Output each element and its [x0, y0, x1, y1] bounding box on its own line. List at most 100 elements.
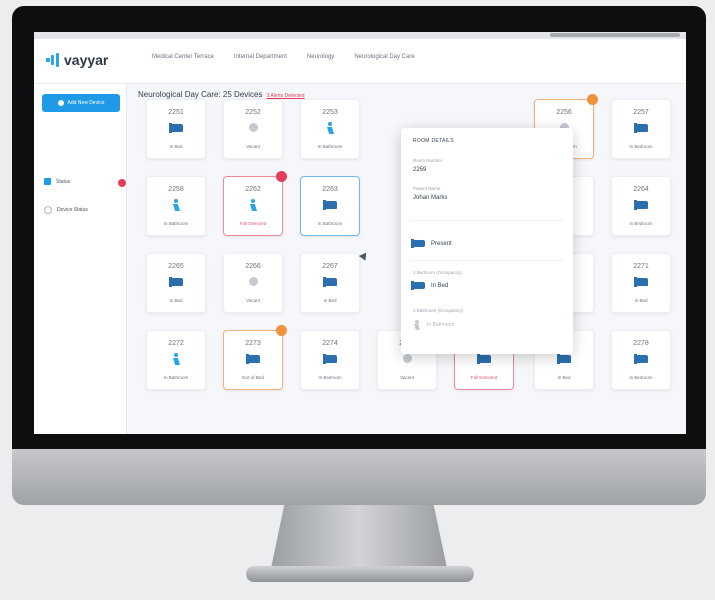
room-number-label: Room Number	[413, 158, 443, 163]
os-menu-bar	[34, 32, 686, 39]
sidebar-item-label: Device Status	[57, 207, 88, 213]
sidebar-item-status[interactable]: Status	[44, 178, 70, 185]
bed-icon	[323, 277, 337, 287]
bed-icon	[169, 277, 183, 287]
popup-title: ROOM DETAILS	[413, 138, 455, 144]
room-status: In Bedroom	[629, 144, 653, 149]
room-status: In Bathroom	[317, 221, 343, 226]
room-tile[interactable]: 2274 In Bedroom	[300, 330, 360, 390]
bedroom-status-row: In Bed	[411, 281, 448, 290]
room-tile[interactable]: 2253 In Bathroom	[300, 99, 360, 159]
person-icon	[171, 353, 183, 363]
bedroom-label: 1 Bedroom (Occupancy)	[413, 270, 462, 275]
app-header: vayyar Medical Center Terrace Internal D…	[34, 39, 686, 84]
alert-count-badge	[118, 179, 126, 187]
brand-logo[interactable]: vayyar	[46, 52, 108, 68]
page-title: Neurological Day Care: 25 Devices 3 Alert…	[138, 90, 305, 99]
room-status: In Bed	[323, 298, 337, 303]
room-tile[interactable]: 2278 In Bedroom	[611, 330, 671, 390]
breadcrumb-nav: Medical Center Terrace Internal Departme…	[152, 54, 415, 60]
nav-item-department[interactable]: Internal Department	[234, 54, 287, 60]
room-tile[interactable]: 2257 In Bedroom	[611, 99, 671, 159]
room-number: 2252	[245, 109, 261, 116]
screen: vayyar Medical Center Terrace Internal D…	[34, 32, 686, 434]
room-number: 2262	[245, 186, 261, 193]
room-number-value: 2259	[413, 167, 427, 173]
logo-icon	[46, 53, 60, 67]
page-title-text: Neurological Day Care: 25 Devices	[138, 90, 263, 99]
room-tile[interactable]: 2258 In Bathroom	[146, 176, 206, 236]
bed-icon	[323, 200, 337, 210]
nav-item-neurology[interactable]: Neurology	[307, 54, 334, 60]
brand-name: vayyar	[64, 52, 109, 68]
room-status: Vacant	[400, 375, 414, 380]
room-status: In Bedroom	[629, 375, 653, 380]
popup-divider	[411, 260, 563, 261]
room-status: Vacant	[246, 144, 260, 149]
vacant-icon	[249, 123, 258, 132]
status-icon	[44, 178, 51, 185]
sidebar-item-device-status[interactable]: Device Status	[44, 206, 88, 214]
person-icon	[171, 199, 183, 209]
monitor-stand-neck	[270, 505, 448, 573]
room-tile[interactable]: 2273 Exit of Bed	[223, 325, 287, 390]
vacant-icon	[403, 354, 412, 363]
room-number: 2273	[245, 340, 261, 347]
nav-item-center[interactable]: Medical Center Terrace	[152, 54, 214, 60]
patient-name-label: Patient Name	[413, 186, 441, 191]
room-status: In Bed	[169, 144, 183, 149]
bed-icon	[557, 354, 571, 364]
bed-icon	[246, 354, 260, 364]
bathroom-label: 1 Bathroom (Occupancy)	[413, 308, 464, 313]
room-status: In Bed	[169, 298, 183, 303]
room-tile[interactable]: 2271 In Bed	[611, 253, 671, 313]
room-status: In Bed	[557, 375, 571, 380]
room-status: In Bedroom	[629, 221, 653, 226]
room-tile[interactable]: 2267 In Bed	[300, 253, 360, 313]
add-device-label: Add New Device	[67, 100, 105, 106]
room-number: 2256	[556, 109, 572, 116]
mouse-cursor	[358, 252, 370, 263]
room-tile[interactable]: 2252 Vacant	[223, 99, 283, 159]
room-tile[interactable]: 2264 In Bedroom	[611, 176, 671, 236]
room-number: 2264	[633, 186, 649, 193]
room-number: 2263	[322, 186, 338, 193]
room-status: Fall Detected	[239, 221, 267, 226]
warning-badge	[276, 325, 287, 336]
room-status: Vacant	[246, 298, 260, 303]
room-tile[interactable]: 2263 In Bathroom	[300, 176, 360, 236]
bed-icon	[169, 123, 183, 133]
bed-icon	[477, 354, 491, 364]
room-tile[interactable]: 2266 Vacant	[223, 253, 283, 313]
bed-icon	[634, 200, 648, 210]
room-number: 2267	[322, 263, 338, 270]
current-status-value: Present	[431, 240, 452, 247]
os-status-icons	[550, 33, 680, 37]
room-tile[interactable]: 2265 In Bed	[146, 253, 206, 313]
room-number: 2253	[322, 109, 338, 116]
device-icon	[44, 206, 52, 214]
room-tile[interactable]: 2272 In Bathroom	[146, 330, 206, 390]
bed-icon	[411, 281, 425, 290]
person-icon	[413, 320, 421, 330]
room-number: 2271	[633, 263, 649, 270]
room-number: 2278	[633, 340, 649, 347]
room-tile[interactable]: 2262 Fall Detected	[223, 171, 287, 236]
room-number: 2265	[168, 263, 184, 270]
bed-icon	[634, 123, 648, 133]
add-device-button[interactable]: Add New Device	[42, 94, 120, 112]
popup-divider	[411, 220, 563, 221]
person-icon	[248, 199, 260, 209]
monitor: vayyar Medical Center Terrace Internal D…	[12, 6, 706, 506]
person-icon	[325, 122, 337, 132]
bathroom-status-value: In Bathroom	[427, 322, 455, 328]
room-status: In Bathroom	[163, 375, 189, 380]
room-tile[interactable]: 2251 In Bed	[146, 99, 206, 159]
alert-badge	[276, 171, 287, 182]
bed-icon	[411, 239, 425, 248]
nav-item-daycare[interactable]: Neurological Day Care	[354, 54, 414, 60]
plus-icon	[57, 100, 64, 106]
vacant-icon	[249, 277, 258, 286]
room-number: 2274	[322, 340, 338, 347]
room-details-popup: ROOM DETAILS Room Number 2259 Patient Na…	[401, 128, 573, 354]
